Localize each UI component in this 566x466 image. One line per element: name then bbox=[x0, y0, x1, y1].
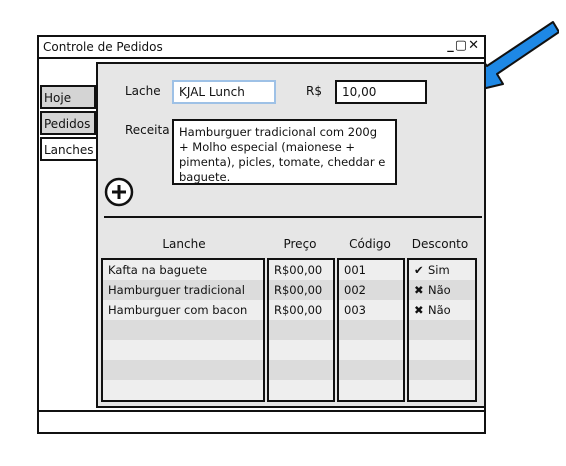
section-divider bbox=[104, 216, 482, 218]
empty-row bbox=[339, 360, 403, 380]
desconto-value: Não bbox=[428, 303, 451, 317]
empty-row bbox=[269, 360, 333, 380]
empty-row bbox=[103, 360, 263, 380]
table-cell-codigo[interactable]: 003 bbox=[339, 300, 403, 320]
title-bar: Controle de Pedidos _▢✕ bbox=[39, 37, 484, 59]
tab-lanches[interactable]: Lanches bbox=[40, 137, 98, 161]
lanches-panel: Lache KJAL Lunch R$ 10,00 Receita Hambur… bbox=[96, 62, 486, 408]
close-icon[interactable]: ✕ bbox=[468, 38, 480, 53]
column-header-codigo: Código bbox=[349, 237, 391, 251]
plus-circle-icon[interactable] bbox=[104, 177, 134, 207]
tab-hoje[interactable]: Hoje bbox=[40, 85, 96, 109]
column-header-preco: Preço bbox=[283, 237, 317, 251]
lanche-label: Lache bbox=[125, 84, 161, 98]
table-cell-codigo[interactable]: 002 bbox=[339, 280, 403, 300]
window-title: Controle de Pedidos bbox=[43, 40, 163, 54]
desconto-value: Não bbox=[428, 283, 451, 297]
table-row[interactable]: Hamburguer tradicional bbox=[103, 280, 263, 300]
checkmark-icon: ✔ bbox=[414, 263, 424, 277]
window-controls: _▢✕ bbox=[447, 38, 480, 53]
minimize-icon[interactable]: _ bbox=[447, 38, 455, 53]
table-cell-desconto[interactable]: ✖ Não bbox=[409, 280, 475, 300]
empty-row bbox=[409, 380, 475, 400]
desconto-value: Sim bbox=[428, 263, 450, 277]
price-input[interactable]: 10,00 bbox=[335, 80, 427, 104]
empty-row bbox=[269, 340, 333, 360]
table-row[interactable]: Hamburguer com bacon bbox=[103, 300, 263, 320]
tab-pedidos[interactable]: Pedidos bbox=[40, 111, 96, 135]
empty-row bbox=[103, 340, 263, 360]
maximize-icon[interactable]: ▢ bbox=[455, 38, 468, 53]
table-cell-desconto[interactable]: ✔ Sim bbox=[409, 260, 475, 280]
receita-textarea[interactable]: Hamburguer tradicional com 200g + Molho … bbox=[172, 119, 397, 185]
column-header-lanche: Lanche bbox=[162, 237, 206, 251]
table-cell-preco[interactable]: R$00,00 bbox=[269, 260, 333, 280]
empty-row bbox=[339, 320, 403, 340]
column-header-desconto: Desconto bbox=[411, 237, 469, 251]
empty-row bbox=[339, 380, 403, 400]
x-mark-icon: ✖ bbox=[414, 283, 424, 297]
table-cell-codigo[interactable]: 001 bbox=[339, 260, 403, 280]
lanche-column-list[interactable]: Kafta na baguete Hamburguer tradicional … bbox=[101, 258, 265, 402]
empty-row bbox=[103, 320, 263, 340]
price-label: R$ bbox=[306, 84, 322, 98]
empty-row bbox=[269, 380, 333, 400]
x-mark-icon: ✖ bbox=[414, 303, 424, 317]
desconto-column-list[interactable]: ✔ Sim ✖ Não ✖ Não bbox=[407, 258, 477, 402]
empty-row bbox=[269, 320, 333, 340]
table-cell-desconto[interactable]: ✖ Não bbox=[409, 300, 475, 320]
app-window: Controle de Pedidos _▢✕ Hoje Pedidos Lan… bbox=[37, 35, 486, 434]
empty-row bbox=[103, 380, 263, 400]
empty-row bbox=[409, 320, 475, 340]
table-cell-preco[interactable]: R$00,00 bbox=[269, 300, 333, 320]
codigo-column-list[interactable]: 001 002 003 bbox=[337, 258, 405, 402]
empty-row bbox=[409, 360, 475, 380]
preco-column-list[interactable]: R$00,00 R$00,00 R$00,00 bbox=[267, 258, 335, 402]
empty-row bbox=[409, 340, 475, 360]
lanche-name-input[interactable]: KJAL Lunch bbox=[172, 80, 276, 104]
empty-row bbox=[339, 340, 403, 360]
table-row[interactable]: Kafta na baguete bbox=[103, 260, 263, 280]
table-cell-preco[interactable]: R$00,00 bbox=[269, 280, 333, 300]
receita-label: Receita bbox=[125, 123, 170, 137]
status-bar bbox=[39, 410, 484, 432]
